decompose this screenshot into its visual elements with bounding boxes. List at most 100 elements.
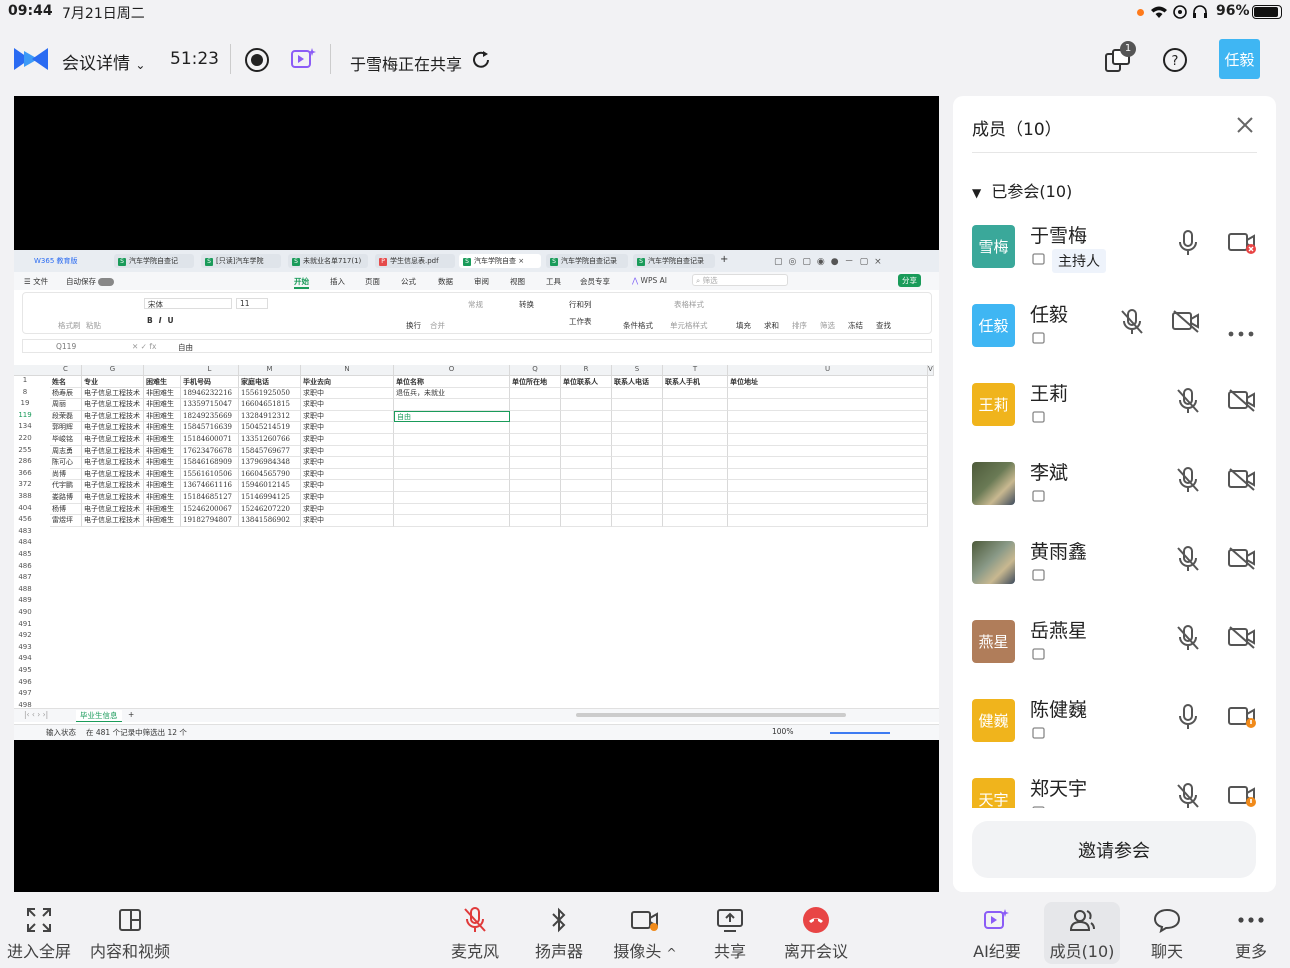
sum-button[interactable]: 求和 (764, 320, 779, 331)
row-number[interactable]: 286 (14, 457, 36, 465)
cell[interactable] (612, 527, 663, 539)
cell[interactable]: 雷煜坪 (50, 515, 82, 527)
cell[interactable] (612, 678, 663, 690)
cell[interactable]: 退伍兵，未就业 (394, 387, 510, 400)
cell[interactable] (728, 538, 928, 550)
cell[interactable] (239, 620, 301, 632)
cell[interactable] (612, 608, 663, 620)
cell[interactable] (301, 620, 394, 632)
cell[interactable] (144, 678, 181, 690)
cell[interactable] (394, 620, 510, 632)
cell[interactable]: 专业 (82, 376, 144, 388)
cell[interactable] (510, 689, 561, 701)
cell[interactable] (394, 422, 510, 434)
tab-pdf[interactable]: P 学生信息表.pdf (375, 254, 455, 268)
cell[interactable] (561, 399, 612, 411)
cell[interactable] (301, 631, 394, 643)
cell[interactable]: 15246207220 (239, 503, 301, 516)
cell[interactable]: 段荣磊 (50, 410, 82, 423)
cell[interactable] (561, 573, 612, 585)
row-number[interactable]: 492 (14, 631, 36, 639)
cell[interactable] (612, 468, 663, 481)
cell[interactable]: 困难生 (144, 376, 181, 388)
tab-sheet-1[interactable]: S 汽车学院自查记 (114, 254, 194, 268)
cell[interactable] (561, 608, 612, 620)
cell[interactable] (612, 562, 663, 574)
cell[interactable] (728, 410, 928, 423)
cell[interactable] (50, 585, 82, 597)
cell[interactable] (144, 562, 181, 574)
cell[interactable]: 联系人手机 (663, 376, 728, 388)
find-button[interactable]: 查找 (876, 320, 891, 331)
cell[interactable]: 周丽 (50, 399, 82, 411)
cell[interactable] (144, 538, 181, 550)
cell[interactable] (239, 573, 301, 585)
cell[interactable] (394, 538, 510, 550)
mic-button[interactable]: 麦克风 (446, 902, 504, 964)
cell[interactable] (239, 643, 301, 655)
cell[interactable] (144, 631, 181, 643)
cell[interactable]: 电子信息工程技术 (82, 387, 144, 400)
cell[interactable] (728, 643, 928, 655)
chat-button[interactable]: 聊天 (1138, 902, 1196, 964)
cell[interactable] (394, 666, 510, 678)
cell[interactable] (239, 689, 301, 701)
cell[interactable] (239, 631, 301, 643)
cell[interactable] (561, 620, 612, 632)
column-letter[interactable]: V (928, 365, 934, 376)
menu-file[interactable]: ☰ 文件 (24, 276, 48, 287)
column-letter[interactable]: C (50, 365, 82, 376)
cell[interactable]: 单位地址 (728, 376, 928, 388)
cell[interactable]: 15045214519 (239, 422, 301, 434)
cell[interactable] (181, 585, 239, 597)
ai-minutes-button[interactable]: AI纪要 (962, 902, 1032, 964)
cell[interactable] (82, 654, 144, 666)
cell[interactable] (239, 538, 301, 550)
cell[interactable] (82, 538, 144, 550)
help-icon[interactable]: ? (1162, 47, 1188, 73)
cell[interactable] (663, 666, 728, 678)
cell[interactable] (510, 631, 561, 643)
cell-style-button[interactable]: 单元格样式 (670, 320, 708, 331)
mic-muted-icon[interactable] (1119, 308, 1145, 340)
cell[interactable] (181, 550, 239, 562)
column-letter[interactable]: U (728, 365, 928, 376)
mic-muted-icon[interactable] (1175, 466, 1201, 498)
more-button[interactable]: 更多 (1222, 902, 1280, 964)
cell[interactable] (612, 515, 663, 527)
cell[interactable]: 15561610506 (181, 468, 239, 481)
cell[interactable] (561, 515, 612, 527)
zoom-slider[interactable] (830, 732, 890, 734)
cell[interactable] (663, 445, 728, 458)
cell[interactable] (561, 631, 612, 643)
cell[interactable] (301, 527, 394, 539)
row-number[interactable]: 490 (14, 608, 36, 616)
cell[interactable] (728, 503, 928, 516)
wrap-button[interactable]: 换行 (406, 320, 421, 331)
cell[interactable] (394, 445, 510, 458)
cell[interactable] (50, 689, 82, 701)
fullscreen-button[interactable]: 进入全屏 (4, 902, 74, 964)
cell[interactable] (510, 503, 561, 516)
cell[interactable] (510, 422, 561, 434)
cell[interactable] (144, 596, 181, 608)
cell[interactable] (510, 585, 561, 597)
cell[interactable] (561, 422, 612, 434)
mic-muted-icon[interactable] (1175, 624, 1201, 656)
cell[interactable]: 电子信息工程技术 (82, 492, 144, 504)
cell[interactable]: 毕业去向 (301, 376, 394, 388)
cell[interactable] (728, 527, 928, 539)
cell[interactable]: 求职中 (301, 492, 394, 504)
cell[interactable] (728, 457, 928, 469)
cell[interactable] (181, 631, 239, 643)
cell[interactable] (144, 527, 181, 539)
cell[interactable] (561, 410, 612, 423)
cell[interactable] (301, 666, 394, 678)
cell[interactable] (239, 562, 301, 574)
cell[interactable] (50, 608, 82, 620)
cell[interactable]: 求职中 (301, 503, 394, 516)
cell[interactable] (50, 596, 82, 608)
cell[interactable] (394, 596, 510, 608)
cell[interactable]: 求职中 (301, 399, 394, 411)
cell[interactable]: 代宇鹏 (50, 480, 82, 492)
